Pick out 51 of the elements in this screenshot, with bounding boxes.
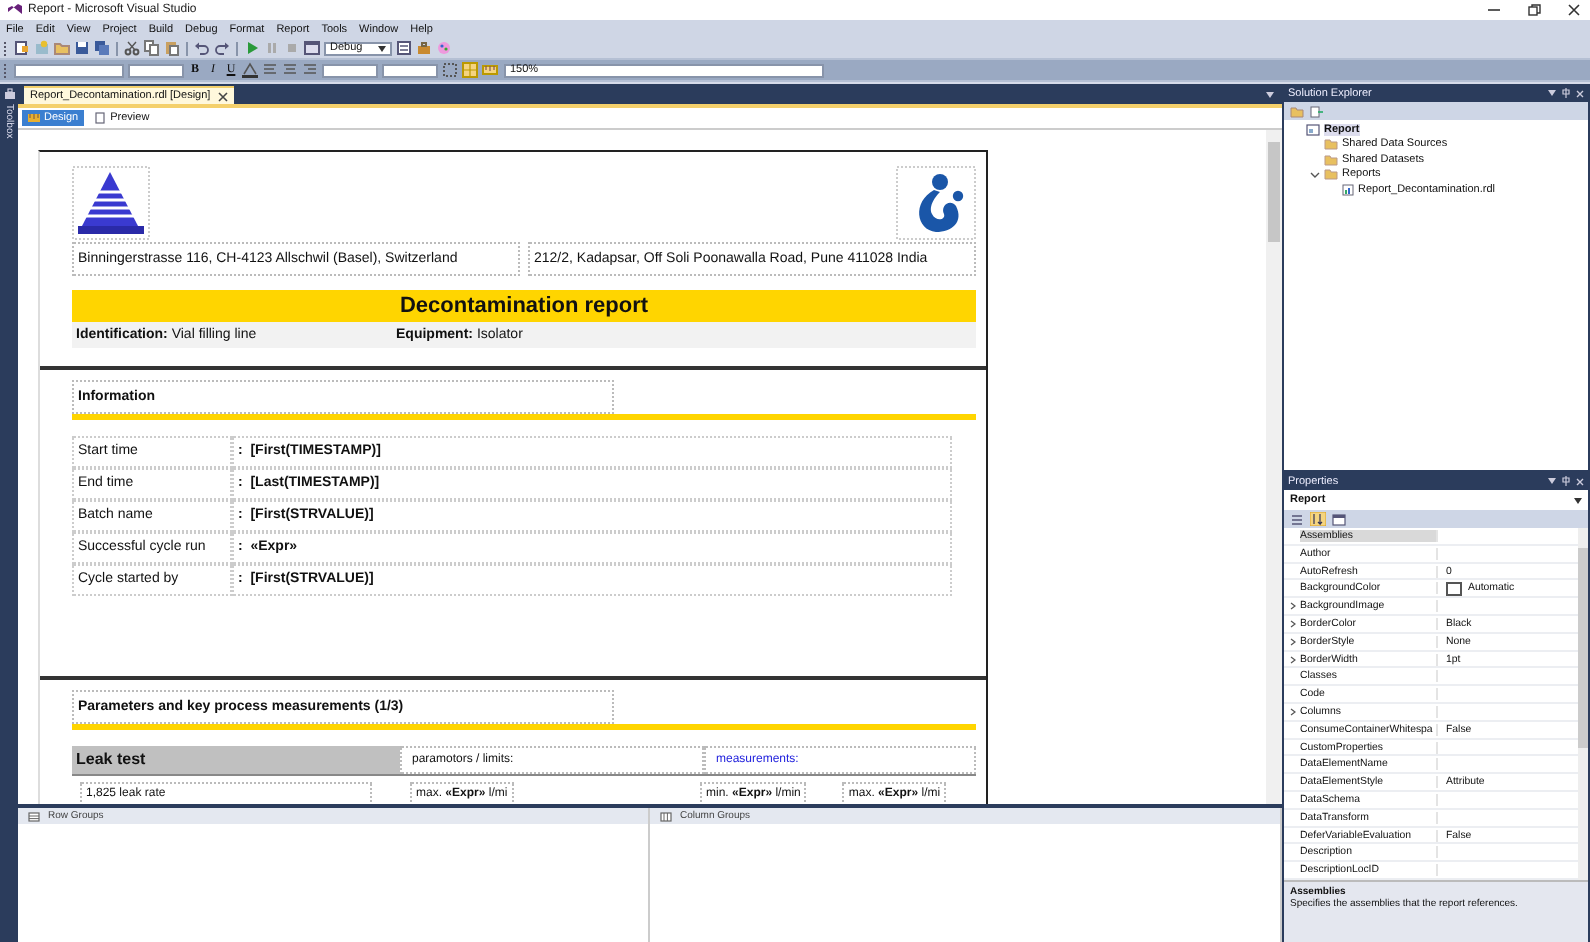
save-all-icon[interactable] bbox=[94, 40, 110, 56]
properties-icon[interactable] bbox=[396, 40, 412, 56]
report-title: Decontamination report bbox=[72, 290, 976, 322]
dropdown-arrow-icon[interactable] bbox=[1548, 478, 1556, 485]
alphabetical-icon[interactable] bbox=[1310, 512, 1326, 527]
expanded-caret-icon[interactable] bbox=[1310, 169, 1320, 180]
ruler-icon[interactable] bbox=[482, 62, 498, 78]
dropdown-arrow-icon bbox=[378, 45, 386, 51]
save-icon[interactable] bbox=[74, 40, 90, 56]
minimize-icon[interactable] bbox=[1486, 4, 1502, 16]
dropdown-arrow-icon[interactable] bbox=[1266, 91, 1274, 97]
window-icon[interactable] bbox=[304, 40, 320, 56]
columns-icon bbox=[660, 811, 672, 821]
color-swatch bbox=[1446, 581, 1462, 596]
expand-caret-icon[interactable] bbox=[1289, 655, 1295, 664]
border-style-dropdown[interactable] bbox=[322, 63, 378, 77]
report-file-icon bbox=[1342, 183, 1354, 196]
font-name-dropdown[interactable] bbox=[14, 63, 124, 77]
expand-caret-icon[interactable] bbox=[1289, 707, 1295, 716]
vs-logo-icon bbox=[8, 4, 22, 16]
expand-caret-icon[interactable] bbox=[1289, 619, 1295, 628]
undo-icon[interactable] bbox=[194, 40, 210, 56]
property-pages-icon[interactable] bbox=[1332, 513, 1346, 526]
toolbox-icon[interactable] bbox=[416, 40, 432, 56]
expand-caret-icon[interactable] bbox=[1289, 602, 1295, 611]
dropdown-arrow-icon[interactable] bbox=[1548, 90, 1556, 96]
copy-icon[interactable] bbox=[144, 40, 160, 56]
close-icon[interactable] bbox=[218, 91, 229, 101]
page-icon bbox=[94, 112, 107, 124]
restore-icon[interactable] bbox=[1526, 4, 1542, 16]
text-color-icon[interactable] bbox=[242, 62, 258, 78]
categorized-icon[interactable] bbox=[1290, 513, 1304, 526]
paste-icon[interactable] bbox=[164, 40, 180, 56]
new-project-icon[interactable] bbox=[14, 40, 30, 56]
table-header: Leak test bbox=[72, 746, 400, 774]
font-size-dropdown[interactable] bbox=[128, 63, 184, 77]
border-icon[interactable] bbox=[442, 62, 458, 78]
cut-icon[interactable] bbox=[124, 40, 140, 56]
dropdown-arrow-icon bbox=[1574, 497, 1582, 504]
border-width-dropdown[interactable] bbox=[382, 63, 438, 77]
rows-icon bbox=[28, 811, 40, 821]
toolbox-icon[interactable] bbox=[3, 88, 15, 100]
redo-icon[interactable] bbox=[214, 40, 230, 56]
pin-icon[interactable] bbox=[1562, 88, 1570, 98]
pin-icon[interactable] bbox=[1562, 476, 1570, 487]
expand-caret-icon[interactable] bbox=[1289, 637, 1295, 646]
ruler-pencil-icon bbox=[28, 112, 40, 124]
close-icon[interactable] bbox=[1566, 4, 1582, 16]
vertical-scrollbar[interactable] bbox=[1578, 528, 1588, 880]
triangle-stripes-logo bbox=[72, 166, 150, 240]
vertical-scrollbar[interactable] bbox=[1266, 130, 1282, 804]
